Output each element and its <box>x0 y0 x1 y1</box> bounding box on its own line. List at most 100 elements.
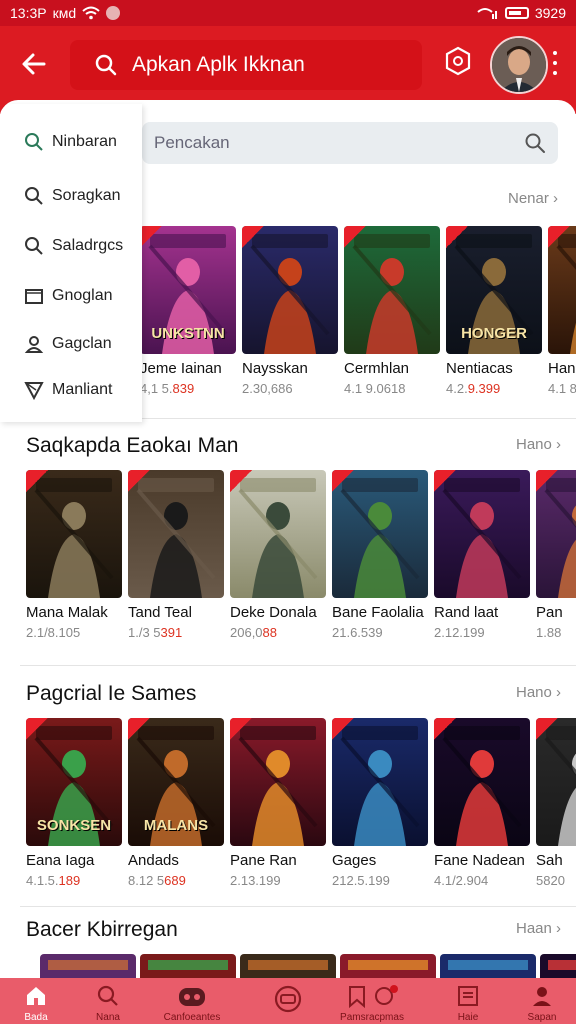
game-card[interactable]: Pane Ran 2.13.199 <box>230 718 326 888</box>
game-cover-image: MALANS <box>128 718 224 846</box>
nav-bookmarks[interactable]: Pamsracpmas <box>336 978 408 1024</box>
nav-list[interactable]: Haie <box>432 978 504 1024</box>
status-bar: 13:3P кмd 3929 <box>0 0 576 26</box>
game-cover-title: UNKSTNN <box>151 325 225 342</box>
section-1-more-link[interactable]: Nenar › <box>508 190 558 207</box>
game-card[interactable] <box>540 954 576 980</box>
section-3-more-link[interactable]: Hano › <box>516 684 561 701</box>
game-card[interactable]: UNKSTNN Jeme Iainan 4,1 5.839 <box>140 226 236 396</box>
nav-badge[interactable] <box>252 978 324 1024</box>
nav-label: Haie <box>457 1012 479 1023</box>
game-card[interactable]: Rand laat 2.12.199 <box>434 470 530 640</box>
game-card[interactable] <box>440 954 536 980</box>
drawer-item-label: Soragkan <box>52 187 121 204</box>
drawer-item-label: Gnoglan <box>52 287 113 304</box>
game-count: 2.30,686 <box>242 381 293 396</box>
game-count: 4.1/2.904 <box>434 873 489 888</box>
search-icon[interactable] <box>524 132 546 154</box>
section-2-more-link[interactable]: Hano › <box>516 436 561 453</box>
game-card[interactable]: Fane Nadean 4.1/2.904 <box>434 718 530 888</box>
drawer-item-label: Ninbaran <box>52 133 117 150</box>
back-arrow-icon[interactable] <box>18 48 50 80</box>
drawer-item-ninbaran[interactable]: Ninbaran <box>24 132 117 152</box>
battery-icon <box>504 7 529 19</box>
nav-label: Bada <box>24 1012 48 1023</box>
nav-label: Sapan <box>527 1012 557 1023</box>
drawer-item-manliant[interactable]: Manliant <box>24 380 112 400</box>
game-title: Rand laat <box>434 604 499 621</box>
drawer-item-gnoglan[interactable]: Gnoglan <box>24 286 113 306</box>
game-cover-image <box>434 470 530 598</box>
game-card[interactable]: Han 4.1 8 <box>548 226 576 396</box>
game-title: Deke Donala <box>230 604 317 621</box>
game-cover-image <box>26 470 122 598</box>
game-card[interactable]: SONKSEN Eana Iaga 4.1.5.189 <box>26 718 122 888</box>
game-count: 4.1 8 <box>548 381 576 396</box>
settings-hex-icon[interactable] <box>444 46 472 76</box>
game-card[interactable]: Gages 212.5.199 <box>332 718 428 888</box>
game-cover-image <box>440 954 536 980</box>
nav-home[interactable]: Bada <box>0 978 72 1024</box>
avatar-image <box>492 38 546 92</box>
game-card[interactable]: Deke Donala 206,088 <box>230 470 326 640</box>
nav-search[interactable]: Nana <box>72 978 144 1024</box>
drawer-item-gagclan[interactable]: Gagclan <box>24 334 112 354</box>
app-search-bar[interactable]: Apkan Aplk Ikknan <box>70 40 422 90</box>
search-icon <box>25 187 43 205</box>
game-cover-image <box>340 954 436 980</box>
game-count: 2.13.199 <box>230 873 281 888</box>
game-card[interactable]: Cermhlan 4.1 9.0618 <box>344 226 440 396</box>
game-title: Pane Ran <box>230 852 297 869</box>
game-count: 1.88 <box>536 625 562 640</box>
game-title: Eana Iaga <box>26 852 95 869</box>
game-cover-image <box>230 470 326 598</box>
search-field[interactable]: Pencakan <box>142 122 558 164</box>
game-title: Bane Faolalia <box>332 604 424 621</box>
game-card[interactable] <box>340 954 436 980</box>
avatar[interactable] <box>490 36 548 94</box>
game-count: 4.1 9.0618 <box>344 381 406 396</box>
game-count: 2.1/8.105 <box>26 625 81 640</box>
game-card[interactable]: Pan 1.88 <box>536 470 576 640</box>
status-right-text: 3929 <box>534 5 566 21</box>
corner-ribbon <box>230 718 252 740</box>
corner-ribbon <box>332 718 354 740</box>
divider <box>20 906 576 907</box>
gamepad-icon <box>179 988 205 1006</box>
game-card[interactable]: Sah 5820 <box>536 718 576 888</box>
section-4-more-link[interactable]: Haan › <box>516 920 561 937</box>
nav-games[interactable]: Canfoeantes <box>156 978 228 1024</box>
game-cover-image <box>40 954 136 980</box>
game-card[interactable] <box>40 954 136 980</box>
game-card[interactable]: Tand Teal 1./3 5391 <box>128 470 224 640</box>
drawer-item-saladrgcs[interactable]: Saladrgcs <box>24 236 123 256</box>
game-count: 21.6.539 <box>332 625 383 640</box>
list-icon <box>458 986 478 1006</box>
app-search-text: Apkan Aplk Ikknan <box>132 53 305 76</box>
game-cover-image <box>434 718 530 846</box>
search-icon <box>25 133 43 151</box>
game-card[interactable]: HONGER Nentiacas 4.2.9.399 <box>446 226 542 396</box>
game-cover-image <box>230 718 326 846</box>
game-card[interactable] <box>140 954 236 980</box>
bookmark-chat-icon <box>349 985 398 1009</box>
game-card[interactable]: Naysskan 2.30,686 <box>242 226 338 396</box>
game-cover-image <box>536 470 576 598</box>
corner-ribbon <box>128 470 150 492</box>
game-cover-image <box>128 470 224 598</box>
more-menu-icon[interactable] <box>552 51 558 75</box>
nav-profile[interactable]: Sapan <box>506 978 576 1024</box>
nav-label: Pamsracpmas <box>340 1012 404 1023</box>
game-cover-image <box>540 954 576 980</box>
person-icon <box>533 987 551 1006</box>
game-card[interactable]: Bane Faolalia 21.6.539 <box>332 470 428 640</box>
drawer-item-soragkan[interactable]: Soragkan <box>24 186 121 206</box>
drawer-item-label: Gagclan <box>52 335 112 352</box>
game-card[interactable]: Mana Malak 2.1/8.105 <box>26 470 122 640</box>
game-cover-image <box>536 718 576 846</box>
game-card[interactable] <box>240 954 336 980</box>
corner-ribbon <box>26 718 48 740</box>
game-cover-image <box>344 226 440 354</box>
corner-ribbon <box>140 226 162 248</box>
game-card[interactable]: MALANS Andads 8.12 5689 <box>128 718 224 888</box>
